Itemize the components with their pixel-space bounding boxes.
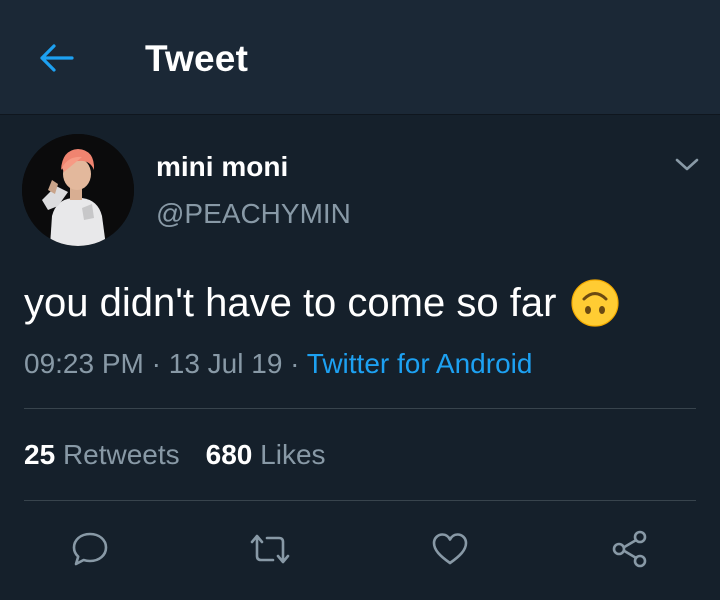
- retweet-button[interactable]: [248, 527, 292, 571]
- back-button[interactable]: [34, 36, 78, 80]
- divider: [24, 408, 696, 409]
- like-button[interactable]: [428, 527, 472, 571]
- avatar-photo: [22, 134, 134, 246]
- retweets-label: Retweets: [62, 439, 180, 470]
- likes-count: 680: [205, 439, 253, 470]
- meta-separator: ·: [151, 348, 161, 379]
- display-name[interactable]: mini moni: [156, 151, 288, 183]
- page-title: Tweet: [145, 38, 249, 79]
- user-handle[interactable]: @PEACHYMIN: [156, 198, 351, 230]
- meta-separator: ·: [290, 348, 300, 379]
- divider: [24, 500, 696, 501]
- heart-icon: [432, 533, 468, 565]
- reply-icon: [72, 532, 108, 566]
- likes-label: Likes: [260, 439, 326, 470]
- retweets-count: 25: [24, 439, 56, 470]
- tweet-text: you didn't have to come so far: [24, 278, 620, 328]
- upside-down-face-emoji-icon: [571, 279, 619, 327]
- top-bar: Tweet: [0, 0, 720, 115]
- retweets-stat[interactable]: 25 Retweets: [24, 439, 180, 471]
- retweet-icon: [250, 534, 290, 564]
- reply-button[interactable]: [68, 527, 112, 571]
- tweet-body: you didn't have to come so far: [24, 280, 557, 325]
- tweet-source-link[interactable]: Twitter for Android: [307, 348, 533, 379]
- share-icon: [612, 530, 647, 568]
- share-button[interactable]: [608, 527, 652, 571]
- chevron-down-icon: [675, 158, 699, 171]
- more-options-button[interactable]: [670, 150, 704, 180]
- avatar[interactable]: [22, 134, 134, 246]
- tweet-meta: 09:23 PM · 13 Jul 19 · Twitter for Andro…: [24, 348, 532, 380]
- tweet-time: 09:23 PM: [24, 348, 144, 379]
- tweet-stats: 25 Retweets 680 Likes: [24, 439, 326, 471]
- back-arrow-icon: [40, 44, 74, 72]
- likes-stat[interactable]: 680 Likes: [206, 439, 326, 471]
- tweet-date: 13 Jul 19: [168, 348, 283, 379]
